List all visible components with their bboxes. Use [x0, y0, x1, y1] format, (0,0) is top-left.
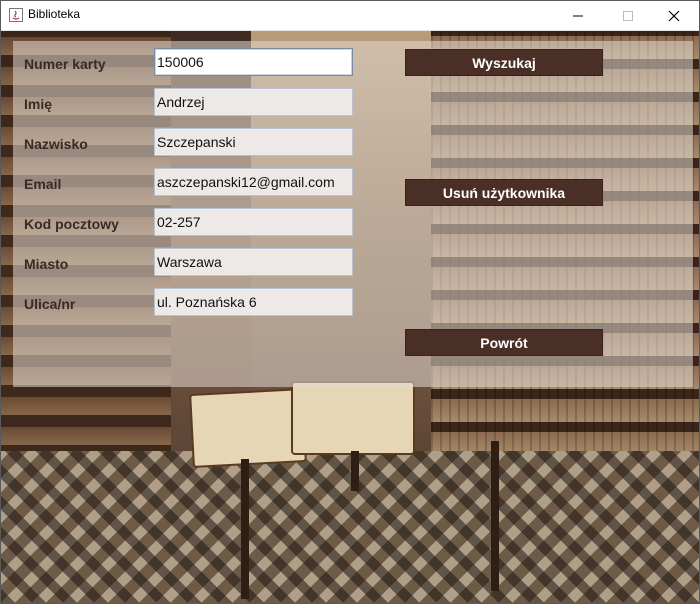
- first-name-label: Imię: [24, 96, 53, 112]
- last-name-input[interactable]: [154, 128, 353, 156]
- street-label: Ulica/nr: [24, 296, 76, 312]
- email-label: Email: [24, 176, 62, 192]
- background-floor: [1, 451, 699, 603]
- minimize-button[interactable]: [555, 1, 601, 30]
- close-button[interactable]: [651, 1, 697, 30]
- city-input[interactable]: [154, 248, 353, 276]
- maximize-button[interactable]: [605, 1, 651, 30]
- street-input[interactable]: [154, 288, 353, 316]
- first-name-input[interactable]: [154, 88, 353, 116]
- city-label: Miasto: [24, 256, 69, 272]
- close-icon: [668, 10, 680, 21]
- postal-code-input[interactable]: [154, 208, 353, 236]
- background-stand: [241, 459, 249, 599]
- background-book-lectern: [189, 388, 307, 468]
- background-book-lectern: [291, 381, 415, 455]
- postal-code-label: Kod pocztowy: [24, 216, 119, 232]
- search-button[interactable]: Wyszukaj: [405, 49, 603, 76]
- background-stand: [351, 451, 359, 491]
- last-name-label: Nazwisko: [24, 136, 88, 152]
- email-input[interactable]: [154, 168, 353, 196]
- title-bar[interactable]: Biblioteka: [1, 1, 699, 31]
- app-window: Biblioteka Numer karty Imię Nazwisko Ema…: [0, 0, 700, 604]
- delete-user-button[interactable]: Usuń użytkownika: [405, 179, 603, 206]
- java-app-icon: [9, 8, 23, 22]
- background-stand: [491, 441, 499, 591]
- card-number-input[interactable]: [154, 48, 353, 76]
- minimize-icon: [573, 15, 583, 16]
- back-button[interactable]: Powrót: [405, 329, 603, 356]
- maximize-icon: [623, 10, 633, 21]
- window-title: Biblioteka: [28, 7, 81, 21]
- card-number-label: Numer karty: [24, 56, 106, 72]
